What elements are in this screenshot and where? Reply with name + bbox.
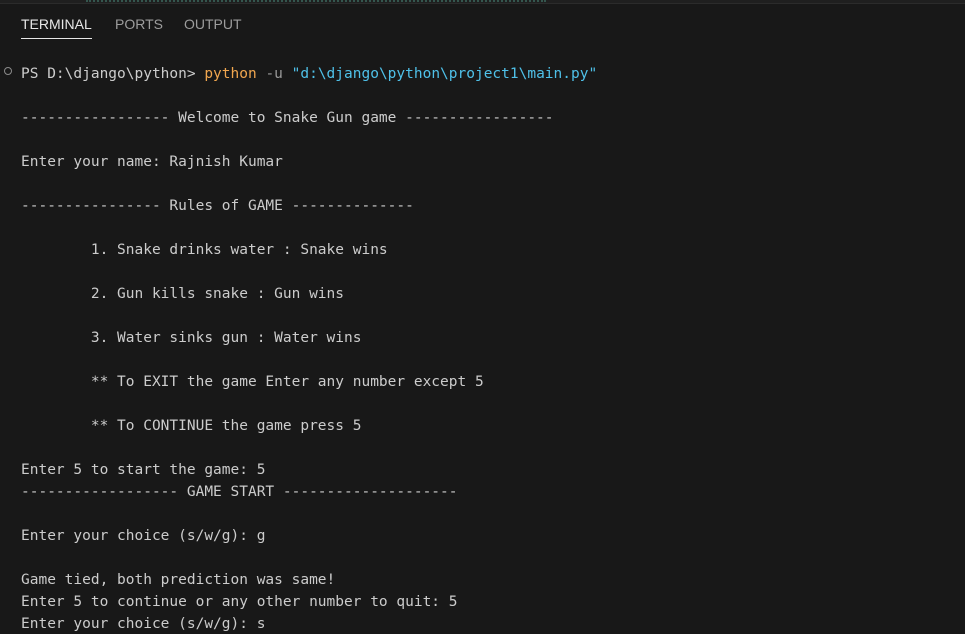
terminal-output[interactable]: PS D:\django\python> python -u "d:\djang…	[0, 40, 965, 634]
vscode-terminal-panel: TERMINAL PORTS OUTPUT PS D:\django\pytho…	[0, 0, 965, 634]
command-line: PS D:\django\python> python -u "d:\djang…	[21, 64, 597, 84]
terminal-line: ------------------ GAME START ----------…	[21, 484, 458, 500]
terminal-line: 2. Gun kills snake : Gun wins	[21, 286, 345, 302]
prompt-text: PS D:\django\python>	[21, 66, 205, 82]
panel-tab-bar: TERMINAL PORTS OUTPUT	[0, 3, 965, 40]
terminal-line: Enter 5 to start the game: 5	[21, 462, 266, 478]
terminal-line: 3. Water sinks gun : Water wins	[21, 330, 362, 346]
command-status-icon[interactable]	[4, 67, 12, 75]
command-text: python	[204, 66, 257, 82]
terminal-line: ----------------- Welcome to Snake Gun g…	[21, 110, 554, 126]
command-path: "d:\django\python\project1\main.py"	[291, 66, 598, 82]
terminal-line: Enter your choice (s/w/g): g	[21, 528, 266, 544]
terminal-line: ---------------- Rules of GAME ---------…	[21, 198, 414, 214]
terminal-line: Enter 5 to continue or any other number …	[21, 594, 458, 610]
tab-ports[interactable]: PORTS	[115, 14, 163, 38]
command-flag: -u	[256, 66, 292, 82]
terminal-line: 1. Snake drinks water : Snake wins	[21, 242, 388, 258]
terminal-line: Enter your name: Rajnish Kumar	[21, 154, 283, 170]
tab-output[interactable]: OUTPUT	[184, 14, 242, 38]
tab-terminal[interactable]: TERMINAL	[21, 14, 92, 39]
terminal-line: ** To CONTINUE the game press 5	[21, 418, 362, 434]
terminal-line: Enter your choice (s/w/g): s	[21, 616, 266, 632]
editor-scroll-hint	[86, 0, 546, 2]
terminal-line: Game tied, both prediction was same!	[21, 572, 336, 588]
terminal-line: ** To EXIT the game Enter any number exc…	[21, 374, 484, 390]
